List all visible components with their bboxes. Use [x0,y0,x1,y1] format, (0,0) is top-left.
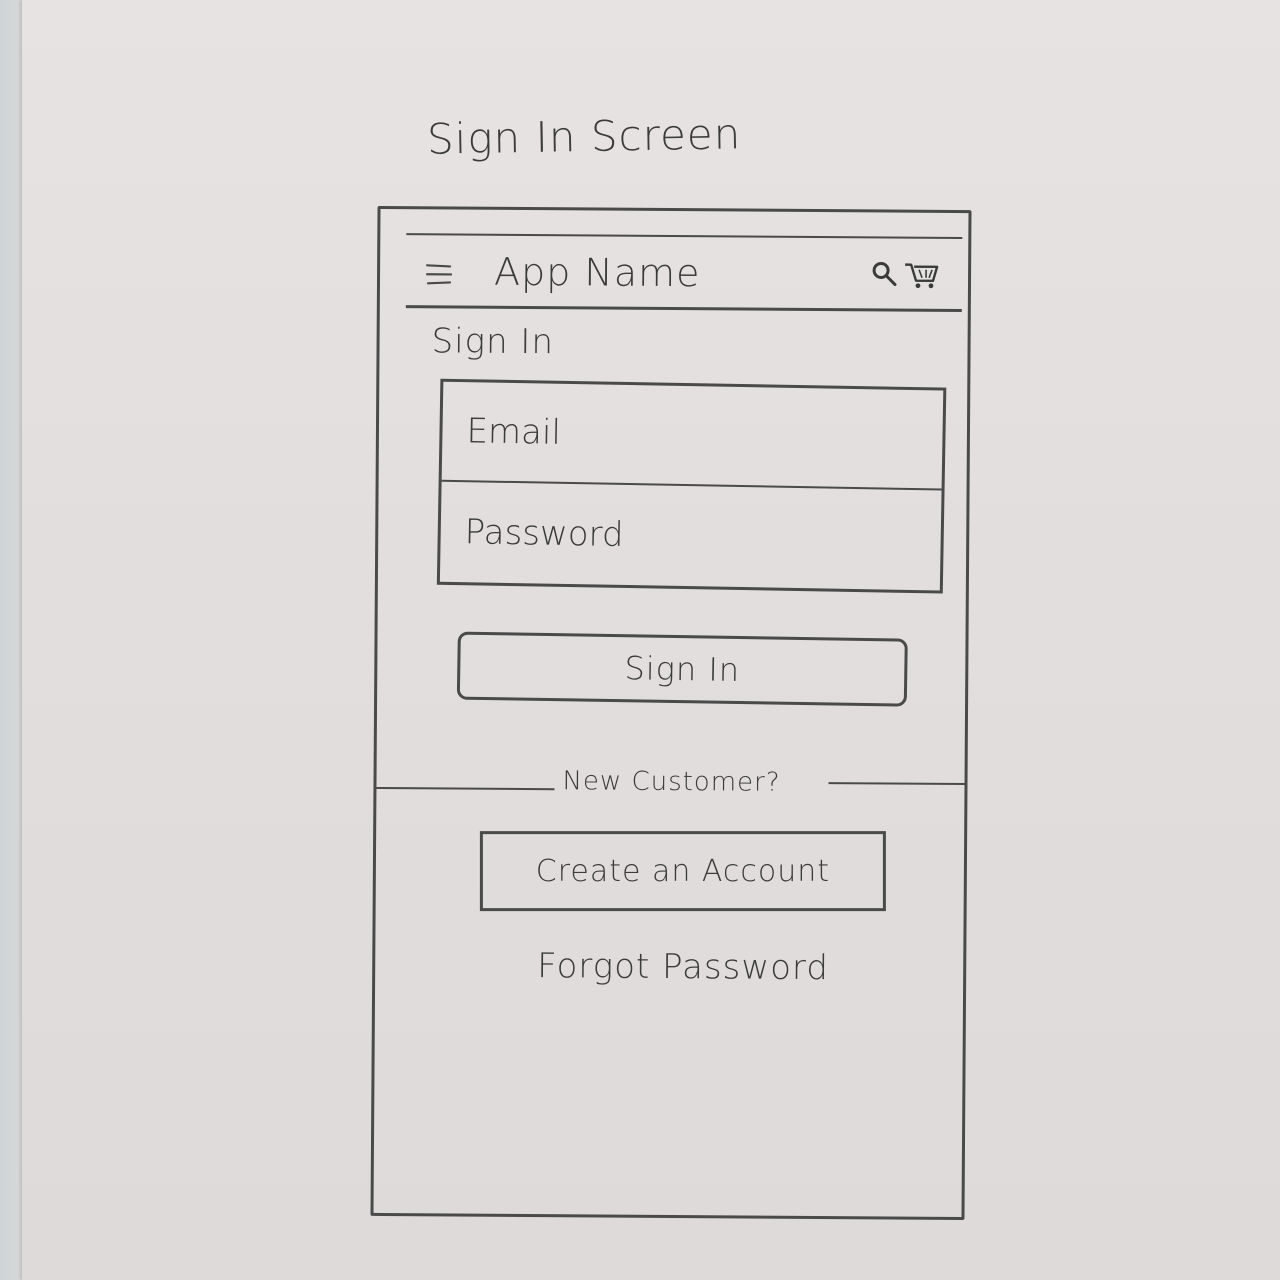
sign-in-heading: Sign In [431,321,555,363]
forgot-password-link[interactable]: Forgot Password [537,946,829,988]
divider-line-right [828,782,965,786]
paper-edge [0,0,22,1280]
sign-in-button[interactable]: Sign In [456,631,908,707]
app-bar: App Name [405,235,963,313]
new-customer-label: New Customer? [562,766,781,798]
divider-line-left [376,786,555,791]
sketch-paper: Sign In Screen App Name Sign In Email Si… [22,0,1280,1280]
sketch-title: Sign In Screen [426,109,742,164]
credentials-field-group [436,378,947,594]
email-field[interactable] [441,381,944,491]
create-account-button[interactable]: Create an Account [479,831,886,912]
cart-icon[interactable] [904,259,940,291]
password-field[interactable] [439,481,942,591]
status-bar [406,209,963,240]
menu-icon[interactable] [425,263,453,285]
phone-frame: App Name Sign In Sign In New Customer? [370,205,972,1221]
search-icon[interactable] [870,260,898,288]
app-name: App Name [493,249,701,296]
new-customer-divider: New Customer? [376,766,965,801]
